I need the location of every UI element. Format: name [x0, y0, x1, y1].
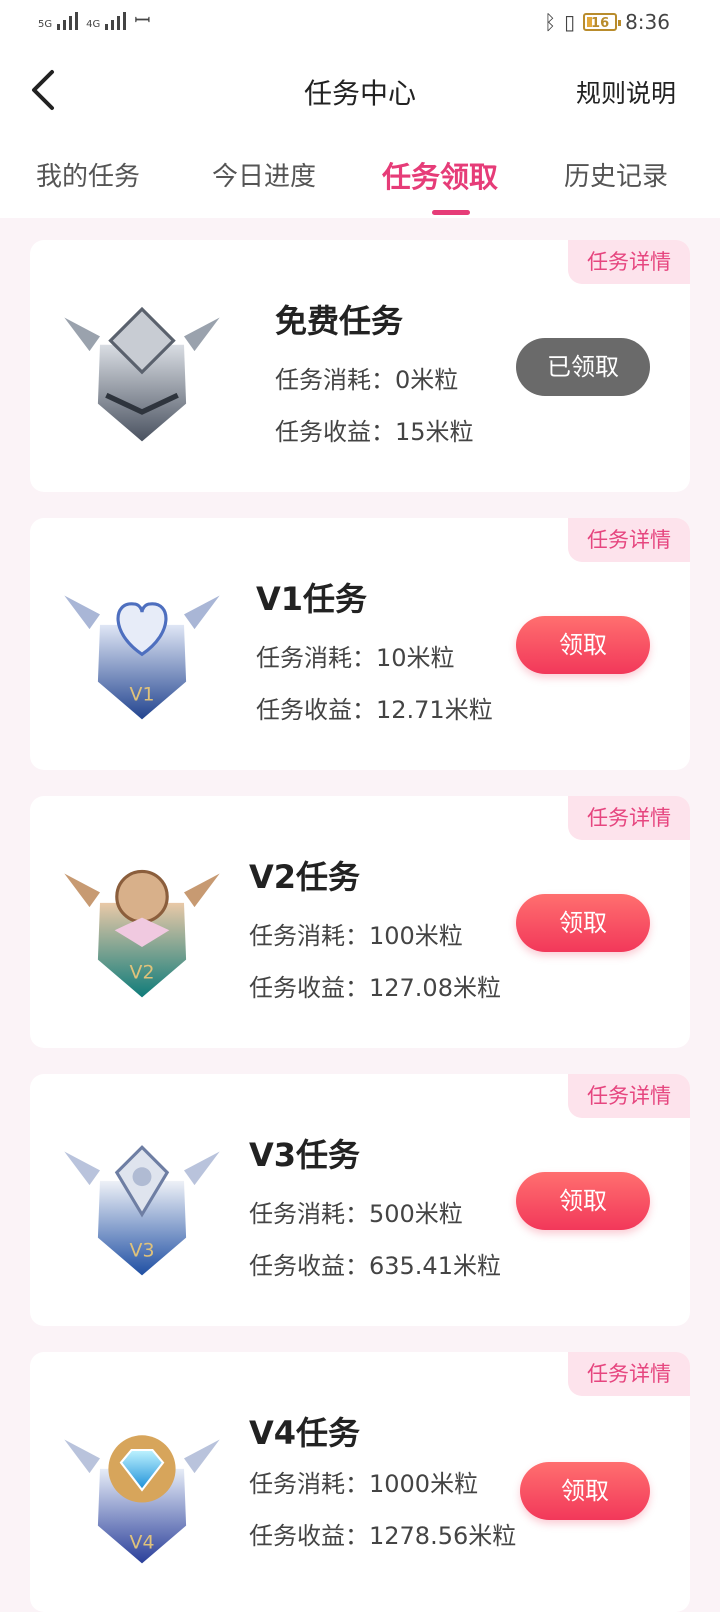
- task-title: V4任务: [249, 1414, 361, 1452]
- silver-blue-badge-icon: V3: [64, 1145, 220, 1276]
- task-title: V3任务: [249, 1136, 361, 1174]
- task-income: 任务收益：12.71米粒: [256, 696, 493, 724]
- task-card-v4: 任务详情 V4 V4任务 任务消耗：1000米粒 任务收益：1278.56米粒 …: [30, 1352, 690, 1612]
- tab-task-claim[interactable]: 任务领取: [382, 154, 498, 196]
- task-detail-tag[interactable]: 任务详情: [568, 1352, 690, 1396]
- task-income: 任务收益：127.08米粒: [249, 974, 501, 1002]
- rules-link[interactable]: 规则说明: [576, 74, 676, 110]
- badge-level-label: V1: [130, 684, 155, 706]
- sim2-label: 4G: [86, 19, 101, 30]
- task-card-v1: 任务详情 V1 V1任务 任务消耗：10米粒 任务收益：12.71米粒 领取: [30, 518, 690, 770]
- task-cost: 任务消耗：500米粒: [249, 1200, 463, 1228]
- tab-history[interactable]: 历史记录: [564, 156, 668, 193]
- task-cost: 任务消耗：100米粒: [249, 922, 463, 950]
- diamond-badge-icon: V4: [64, 1435, 220, 1564]
- task-card-v2: 任务详情 V2 V2任务 任务消耗：100米粒 任务收益：127.08米粒 领取: [30, 796, 690, 1048]
- task-detail-tag[interactable]: 任务详情: [568, 1074, 690, 1118]
- badge-level-label: V3: [130, 1240, 155, 1262]
- tab-bar: 我的任务 今日进度 任务领取 历史记录: [0, 132, 720, 218]
- sim2-signal-icon: 4G: [86, 12, 127, 30]
- task-cost: 任务消耗：10米粒: [256, 644, 455, 672]
- task-title: 免费任务: [275, 302, 404, 340]
- ear-icon: ꟷ: [134, 8, 151, 32]
- vibrate-icon: ▯: [564, 10, 576, 34]
- status-time: 8:36: [625, 10, 670, 34]
- task-detail-tag[interactable]: 任务详情: [568, 796, 690, 840]
- status-left: 5G 4G ꟷ: [38, 10, 151, 30]
- blue-heart-badge-icon: V1: [64, 595, 220, 720]
- badge-level-label: V2: [130, 962, 155, 984]
- app-header: 任务中心 规则说明: [0, 48, 720, 132]
- bronze-teal-badge-icon: V2: [64, 869, 220, 998]
- tab-today-progress[interactable]: 今日进度: [212, 156, 316, 193]
- task-income: 任务收益：15米粒: [275, 418, 474, 446]
- sim1-signal-icon: 5G: [38, 12, 79, 30]
- claim-button[interactable]: 领取: [516, 894, 650, 952]
- status-right: ᛒ ▯ 16 8:36: [544, 10, 670, 34]
- task-detail-tag[interactable]: 任务详情: [568, 240, 690, 284]
- silver-rank-badge-icon: [64, 306, 220, 442]
- task-card-free: 任务详情 免费任务 任务消耗：0米粒 任务收益：15米粒 已领取: [30, 240, 690, 492]
- task-cost: 任务消耗：1000米粒: [249, 1470, 479, 1498]
- tab-my-tasks[interactable]: 我的任务: [36, 156, 140, 193]
- task-cost: 任务消耗：0米粒: [275, 366, 459, 394]
- battery-level: 16: [591, 16, 610, 31]
- bluetooth-icon: ᛒ: [544, 10, 557, 34]
- claim-button[interactable]: 领取: [520, 1462, 650, 1520]
- task-income: 任务收益：1278.56米粒: [249, 1522, 517, 1550]
- active-tab-indicator: [432, 210, 470, 215]
- claimed-button[interactable]: 已领取: [516, 338, 650, 396]
- badge-level-label: V4: [130, 1532, 155, 1554]
- task-title: V1任务: [256, 580, 368, 618]
- task-detail-tag[interactable]: 任务详情: [568, 518, 690, 562]
- claim-button[interactable]: 领取: [516, 1172, 650, 1230]
- claim-button[interactable]: 领取: [516, 616, 650, 674]
- task-card-v3: 任务详情 V3 V3任务 任务消耗：500米粒 任务收益：635.41米粒 领取: [30, 1074, 690, 1326]
- task-title: V2任务: [249, 858, 361, 896]
- status-bar: 5G 4G ꟷ ᛒ ▯ 16 8:36: [0, 0, 720, 48]
- battery-icon: 16: [583, 13, 622, 31]
- sim1-label: 5G: [38, 19, 53, 30]
- task-income: 任务收益：635.41米粒: [249, 1252, 501, 1280]
